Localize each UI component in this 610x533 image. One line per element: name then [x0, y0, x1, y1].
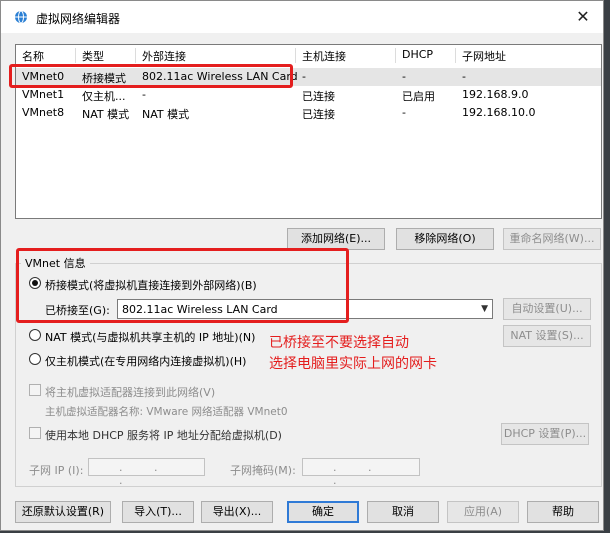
cell-name: VMnet8: [22, 106, 65, 119]
annotation-line-1: 已桥接至不要选择自动: [269, 335, 409, 351]
column-header-external[interactable]: 外部连接: [136, 48, 296, 63]
import-button[interactable]: 导入(T)...: [122, 501, 194, 523]
host-only-radio[interactable]: [29, 353, 41, 365]
highlight-vmnet-info: [16, 248, 349, 323]
close-button[interactable]: ✕: [571, 5, 595, 29]
connect-adapter-checkbox[interactable]: [29, 384, 41, 396]
restore-defaults-button[interactable]: 还原默认设置(R): [15, 501, 111, 523]
export-button[interactable]: 导出(X)...: [201, 501, 273, 523]
cell-host: -: [302, 70, 306, 83]
column-header-host[interactable]: 主机连接: [296, 48, 396, 63]
ok-button[interactable]: 确定: [287, 501, 359, 523]
column-header-name[interactable]: 名称: [16, 48, 76, 63]
auto-settings-button[interactable]: 自动设置(U)...: [503, 298, 591, 320]
rename-network-button[interactable]: 重命名网络(W)...: [503, 228, 601, 250]
cell-name: VMnet1: [22, 88, 65, 101]
remove-network-button[interactable]: 移除网络(O): [396, 228, 494, 250]
cell-subnet: 192.168.10.0: [462, 106, 536, 119]
chevron-down-icon[interactable]: ▼: [481, 304, 488, 314]
title-bar: 虚拟网络编辑器 ✕: [1, 1, 603, 33]
column-header-type[interactable]: 类型: [76, 48, 136, 63]
virtual-network-editor-dialog: 虚拟网络编辑器 ✕ 名称 类型 外部连接 主机连接 DHCP 子网地址 VMne…: [0, 0, 604, 531]
annotation-line-2: 选择电脑里实际上网的网卡: [269, 356, 437, 372]
cell-host: 已连接: [302, 90, 335, 103]
cell-subnet: -: [462, 70, 466, 83]
add-network-button[interactable]: 添加网络(E)...: [287, 228, 385, 250]
cancel-button[interactable]: 取消: [367, 501, 439, 523]
dhcp-checkbox[interactable]: [29, 427, 41, 439]
highlight-vmnet0-row: [9, 64, 293, 88]
cell-subnet: 192.168.9.0: [462, 88, 529, 101]
subnet-ip-label: 子网 IP (I):: [29, 464, 84, 477]
list-header: 名称 类型 外部连接 主机连接 DHCP 子网地址: [16, 47, 601, 65]
cell-host: 已连接: [302, 108, 335, 121]
globe-icon: [15, 10, 27, 24]
cell-external: -: [142, 88, 146, 101]
dhcp-label[interactable]: 使用本地 DHCP 服务将 IP 地址分配给虚拟机(D): [45, 427, 282, 443]
cell-external: NAT 模式: [142, 108, 190, 121]
subnet-mask-dots: . . .: [333, 461, 386, 487]
cell-dhcp: 已启用: [402, 90, 435, 103]
subnet-mask-label: 子网掩码(M):: [230, 464, 296, 477]
cell-dhcp: -: [402, 106, 406, 119]
apply-button[interactable]: 应用(A): [447, 501, 519, 523]
column-header-dhcp[interactable]: DHCP: [396, 48, 456, 63]
cell-type: NAT 模式: [82, 108, 130, 121]
table-row[interactable]: VMnet8 NAT 模式 NAT 模式 已连接 - 192.168.10.0: [16, 104, 601, 122]
subnet-mask-input[interactable]: . . .: [302, 458, 420, 487]
nat-settings-button[interactable]: NAT 设置(S)...: [503, 325, 591, 347]
subnet-ip-input[interactable]: . . .: [88, 458, 205, 487]
window-title: 虚拟网络编辑器: [36, 12, 121, 26]
table-row[interactable]: VMnet1 仅主机... - 已连接 已启用 192.168.9.0: [16, 86, 601, 104]
column-header-subnet[interactable]: 子网地址: [456, 48, 601, 63]
cell-dhcp: -: [402, 70, 406, 83]
dhcp-settings-button[interactable]: DHCP 设置(P)...: [501, 423, 589, 445]
connect-adapter-label[interactable]: 将主机虚拟适配器连接到此网络(V): [45, 384, 215, 400]
nat-mode-label[interactable]: NAT 模式(与虚拟机共享主机的 IP 地址)(N): [45, 329, 255, 345]
adapter-name-label: 主机虚拟适配器名称: VMware 网络适配器 VMnet0: [45, 406, 288, 418]
cell-type: 仅主机...: [82, 90, 126, 103]
subnet-ip-dots: . . .: [119, 461, 172, 487]
host-only-label[interactable]: 仅主机模式(在专用网络内连接虚拟机)(H): [45, 353, 246, 369]
help-button[interactable]: 帮助: [527, 501, 599, 523]
nat-mode-radio[interactable]: [29, 329, 41, 341]
